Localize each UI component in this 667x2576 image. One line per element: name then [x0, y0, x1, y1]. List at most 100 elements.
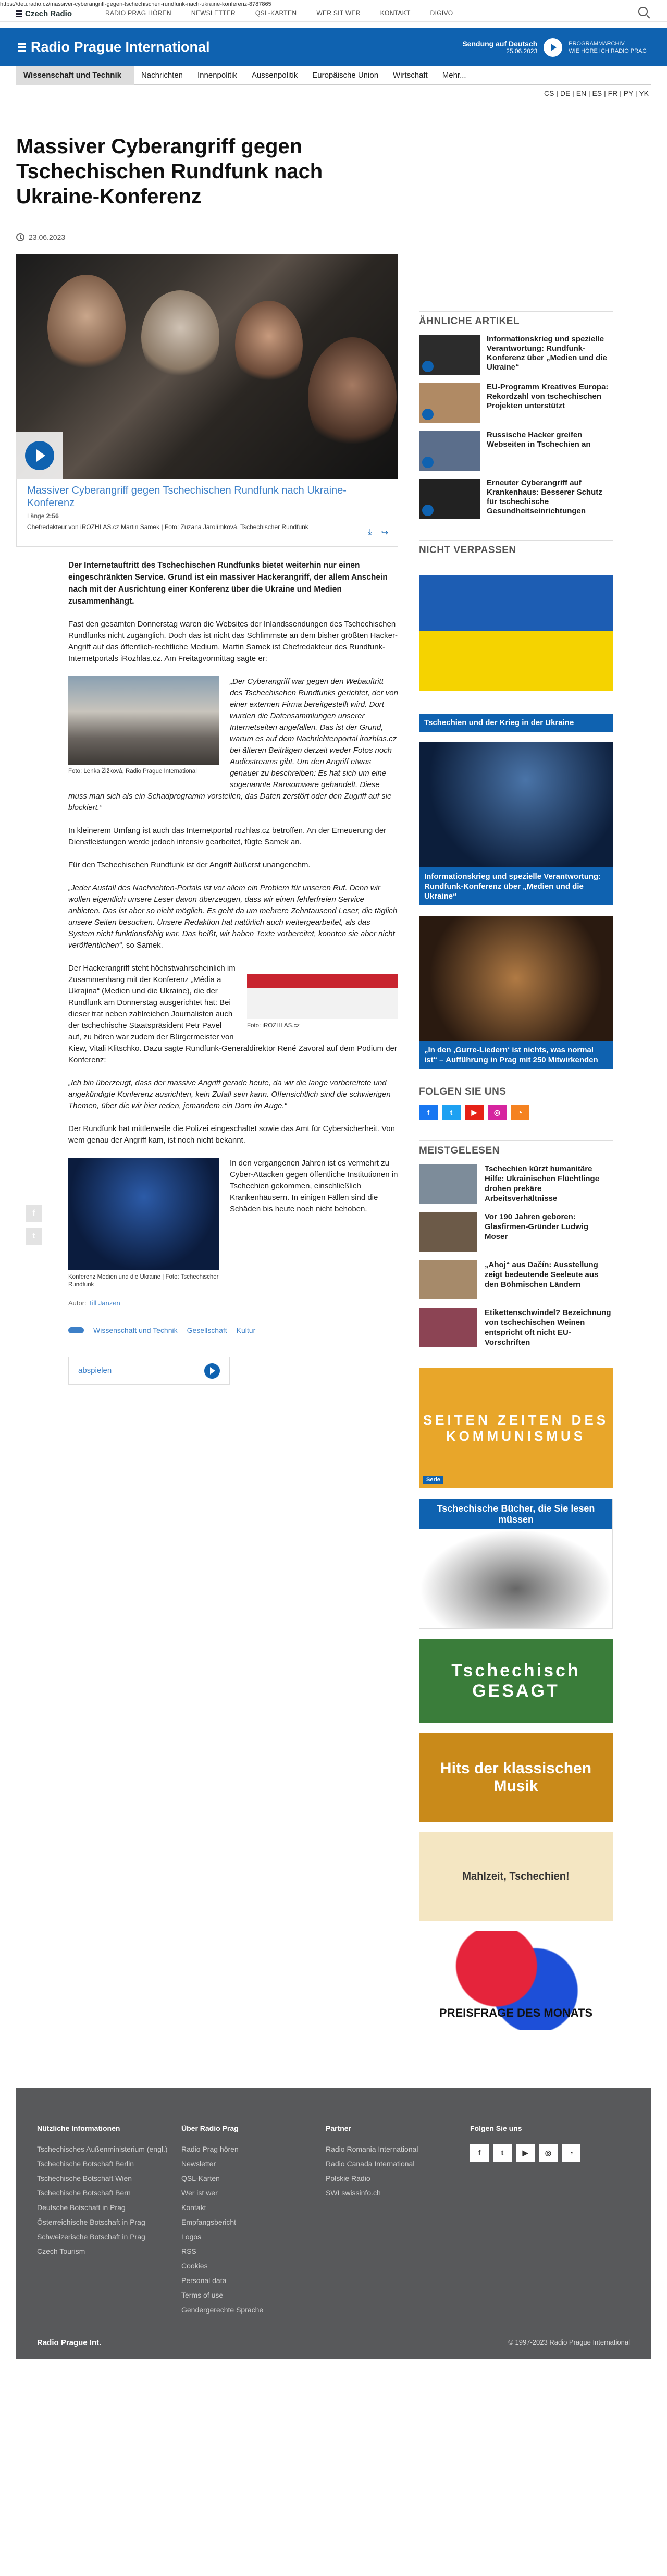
most-read-item[interactable]: Vor 190 Jahren geboren: Glasfirmen-Gründ…	[419, 1212, 613, 1252]
language-switcher[interactable]: CS | DE | EN | ES | FR | PY | YK	[16, 85, 651, 97]
most-read-item[interactable]: Tschechien kürzt humanitäre Hilfe: Ukrai…	[419, 1164, 613, 1204]
footer-link[interactable]: Tschechische Botschaft Bern	[37, 2188, 181, 2198]
related-item[interactable]: Informationskrieg und spezielle Verantwo…	[419, 335, 613, 375]
footer-link[interactable]: QSL-Karten	[181, 2173, 326, 2184]
most-read-item[interactable]: Etikettenschwindel? Bezeichnung von tsch…	[419, 1308, 613, 1347]
instagram-icon[interactable]: ◎	[488, 1105, 507, 1120]
footer-link[interactable]: Deutsche Botschaft in Prag	[37, 2202, 181, 2213]
rss-icon[interactable]: ◔	[511, 1105, 529, 1120]
hero-image[interactable]	[16, 254, 398, 479]
related-item[interactable]: Russische Hacker greifen Webseiten in Ts…	[419, 431, 613, 471]
topnav-radio-prag-horen[interactable]: RADIO PRAG HÖREN	[105, 9, 191, 17]
footer-link[interactable]: Radio Canada International	[326, 2158, 470, 2169]
section-tab-wirtschaft[interactable]: Wirtschaft	[386, 66, 435, 85]
footer-link[interactable]: Tschechische Botschaft Berlin	[37, 2158, 181, 2169]
section-tab-innenpolitik[interactable]: Innenpolitik	[190, 66, 244, 85]
footer-link[interactable]: SWI swissinfo.ch	[326, 2188, 470, 2198]
youtube-icon[interactable]: ▶	[516, 2144, 535, 2162]
audio-title[interactable]: Massiver Cyberangriff gegen Tschechische…	[27, 484, 387, 509]
missed-item[interactable]: Tschechien und der Krieg in der Ukraine	[419, 563, 613, 732]
language-list[interactable]: CS | DE | EN | ES | FR | PY | YK	[544, 89, 649, 97]
missed-item[interactable]: Informationskrieg und spezielle Verantwo…	[419, 742, 613, 905]
site-logo[interactable]: Radio Prague International	[18, 39, 210, 55]
tag-wissenschaft[interactable]: Wissenschaft und Technik	[93, 1324, 178, 1336]
tag-icon	[68, 1327, 84, 1333]
browser-url[interactable]: https://deu.radio.cz/massiver-cyberangri…	[0, 1, 271, 7]
footer-link[interactable]: Radio Romania International	[326, 2144, 470, 2154]
sidebar: ÄHNLICHE ARTIKEL Informationskrieg und s…	[419, 311, 613, 2041]
czech-radio-logo[interactable]: Czech Radio	[16, 9, 72, 18]
related-item[interactable]: EU-Programm Kreatives Europa: Rekordzahl…	[419, 383, 613, 423]
missed-label: Tschechien und der Krieg in der Ukraine	[419, 714, 613, 732]
facebook-share-icon[interactable]: f	[26, 1205, 42, 1222]
hero-play-button[interactable]	[16, 432, 63, 479]
footer-link[interactable]: Newsletter	[181, 2158, 326, 2169]
twitter-icon[interactable]: t	[442, 1105, 461, 1120]
search-icon[interactable]	[638, 7, 648, 16]
banner-buecher[interactable]: Tschechische Bücher, die Sie lesen müsse…	[419, 1499, 613, 1629]
tag-kultur[interactable]: Kultur	[237, 1324, 256, 1336]
section-tab-mehr[interactable]: Mehr...	[435, 66, 474, 85]
footer-link[interactable]: Wer ist wer	[181, 2188, 326, 2198]
footer-link[interactable]: Tschechische Botschaft Wien	[37, 2173, 181, 2184]
date-text: 23.06.2023	[29, 233, 66, 241]
section-current[interactable]: Wissenschaft und Technik	[16, 66, 134, 85]
footer-logo[interactable]: Radio Prague Int.	[37, 2338, 101, 2347]
czech-radio-logo-text: Czech Radio	[25, 9, 72, 18]
article: Massiver Cyberangriff gegen Tschechische…	[16, 134, 398, 2041]
footer-link[interactable]: Radio Prag hören	[181, 2144, 326, 2154]
building-photo[interactable]	[68, 676, 219, 765]
footer-link[interactable]: Terms of use	[181, 2290, 326, 2300]
banner-mahlzeit[interactable]: Mahlzeit, Tschechien!	[419, 1832, 613, 1921]
footer-link[interactable]: Österreichische Botschaft in Prag	[37, 2217, 181, 2227]
twitter-share-icon[interactable]: t	[26, 1228, 42, 1245]
author-link[interactable]: Till Janzen	[88, 1299, 120, 1307]
banner-preisfrage[interactable]: PREISFRAGE DES MONATS	[419, 1931, 613, 2030]
section-tab-nachrichten[interactable]: Nachrichten	[134, 66, 190, 85]
footer-link[interactable]: Empfangsbericht	[181, 2217, 326, 2227]
tag-gesellschaft[interactable]: Gesellschaft	[187, 1324, 227, 1336]
conference-photo[interactable]	[68, 1158, 219, 1270]
section-tab-eu[interactable]: Europäische Union	[305, 66, 386, 85]
banner-klassische-musik[interactable]: Hits der klassischen Musik	[419, 1733, 613, 1822]
topnav-wer-ist-wer[interactable]: WER SIT WER	[316, 9, 380, 17]
section-tab-aussenpolitik[interactable]: Aussenpolitik	[244, 66, 305, 85]
quote-zavoral: „Ich bin überzeugt, dass der massive Ang…	[68, 1078, 391, 1110]
footer-link[interactable]: Cookies	[181, 2261, 326, 2271]
footer-link[interactable]: Tschechisches Außenministerium (engl.)	[37, 2144, 181, 2154]
rss-icon[interactable]: ◔	[562, 2144, 580, 2162]
related-thumb	[419, 383, 480, 423]
related-item[interactable]: Erneuter Cyberangriff auf Krankenhaus: B…	[419, 479, 613, 519]
instagram-icon[interactable]: ◎	[539, 2144, 558, 2162]
topnav-newsletter[interactable]: NEWSLETTER	[191, 9, 255, 17]
banner-kommunismus[interactable]: SEITEN ZEITEN DES KOMMUNISMUS Serie	[419, 1368, 613, 1488]
footer-link[interactable]: Polskie Radio	[326, 2173, 470, 2184]
facebook-icon[interactable]: f	[419, 1105, 438, 1120]
most-read-item[interactable]: „Ahoj“ aus Dačín: Ausstellung zeigt bede…	[419, 1260, 613, 1299]
footer-link[interactable]: Logos	[181, 2231, 326, 2242]
play-audio-button[interactable]: abspielen	[68, 1357, 230, 1385]
footer-link[interactable]: Kontakt	[181, 2202, 326, 2213]
footer-link[interactable]: RSS	[181, 2246, 326, 2256]
facebook-icon[interactable]: f	[470, 2144, 489, 2162]
missed-item[interactable]: „In den ‚Gurre-Liedern‘ ist nichts, was …	[419, 916, 613, 1069]
download-icon[interactable]: ⤓	[368, 528, 372, 538]
live-play-icon[interactable]	[544, 38, 563, 57]
irozhlas-screenshot[interactable]	[247, 963, 398, 1019]
footer-link[interactable]: Personal data	[181, 2275, 326, 2286]
twitter-icon[interactable]: t	[493, 2144, 512, 2162]
banner-tschechisch-gesagt[interactable]: Tschechisch GESAGT	[419, 1639, 613, 1723]
topnav-qsl-karten[interactable]: QSL-KARTEN	[255, 9, 316, 17]
conference-image	[419, 742, 613, 867]
footer-link[interactable]: Czech Tourism	[37, 2246, 181, 2256]
footer-link[interactable]: Gendergerechte Sprache	[181, 2304, 326, 2315]
topnav-digivo[interactable]: DIGIVO	[430, 9, 473, 17]
footer-link[interactable]: Schweizerische Botschaft in Prag	[37, 2231, 181, 2242]
czech-radio-logo-icon	[16, 10, 22, 17]
how-to-listen-link[interactable]: WIE HÖRE ICH RADIO PRAG	[569, 48, 647, 54]
share-arrow-icon[interactable]: ↪	[381, 528, 388, 538]
play-icon	[25, 441, 54, 470]
youtube-icon[interactable]: ▶	[465, 1105, 484, 1120]
program-archive-link[interactable]: PROGRAMMARCHIV	[569, 41, 625, 47]
topnav-kontakt[interactable]: KONTAKT	[380, 9, 430, 17]
